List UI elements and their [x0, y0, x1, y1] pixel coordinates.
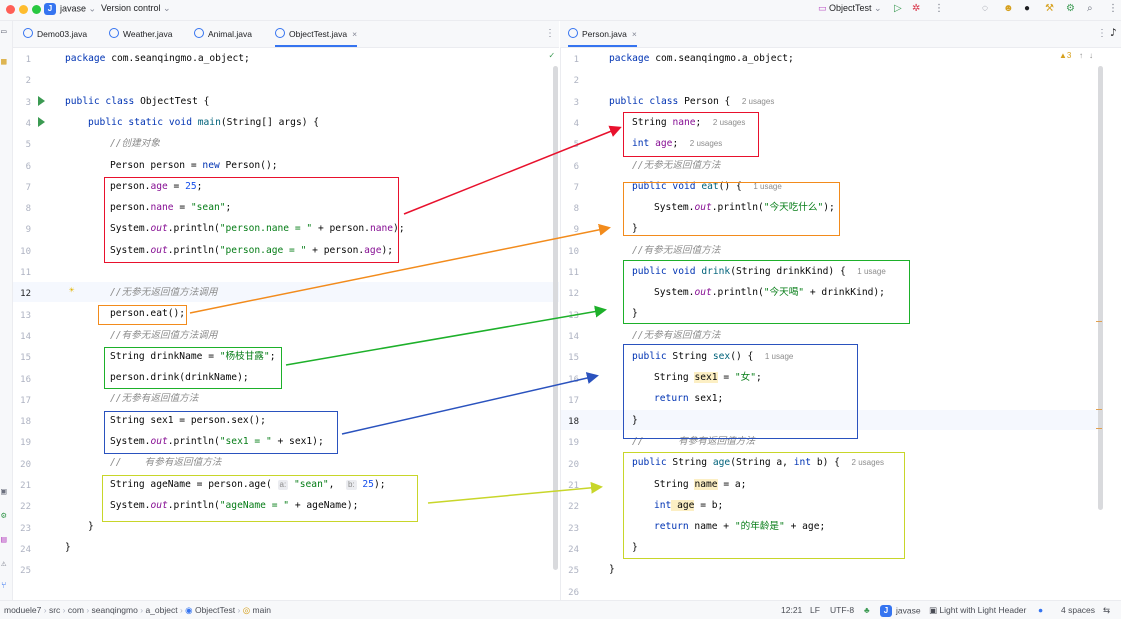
theme-selector[interactable]: ▣ Light with Light Header: [929, 605, 1026, 616]
breadcrumb-item[interactable]: a_object: [145, 605, 177, 615]
breadcrumb-item[interactable]: main: [253, 605, 271, 615]
indent-setting[interactable]: 4 spaces: [1061, 605, 1095, 615]
project-badge: J: [880, 605, 892, 617]
breadcrumb-item[interactable]: ObjectTest: [195, 605, 235, 615]
theme-label: Light with Light Header: [939, 605, 1027, 615]
caret-position[interactable]: 12:21: [781, 605, 802, 615]
breadcrumb-item[interactable]: seanqingmo: [92, 605, 138, 615]
vcs-icon[interactable]: ♣: [864, 605, 870, 615]
line-separator[interactable]: LF: [810, 605, 820, 615]
status-bar: moduele7 › src › com › seanqingmo › a_ob…: [0, 600, 1121, 619]
annotation-arrows: [189, 125, 622, 504]
arrow-green: [285, 305, 607, 366]
status-dot-icon[interactable]: ●: [1038, 605, 1043, 615]
breadcrumb-item[interactable]: com: [68, 605, 84, 615]
arrow-lime: [427, 481, 603, 504]
theme-icon: ▣: [929, 605, 940, 615]
status-project[interactable]: Jjavase: [880, 605, 921, 617]
breadcrumb: moduele7 › src › com › seanqingmo › a_ob…: [4, 605, 271, 615]
class-icon: ◉: [185, 605, 193, 615]
breadcrumb-item[interactable]: src: [49, 605, 60, 615]
file-encoding[interactable]: UTF-8: [830, 605, 854, 615]
status-project-label: javase: [896, 605, 921, 616]
breadcrumb-item[interactable]: moduele7: [4, 605, 41, 615]
readonly-icon[interactable]: ⇆: [1103, 605, 1110, 616]
arrow-blue: [341, 372, 599, 435]
method-icon: ◎: [242, 605, 251, 615]
arrow-red: [403, 125, 622, 215]
arrow-orange: [189, 223, 611, 314]
